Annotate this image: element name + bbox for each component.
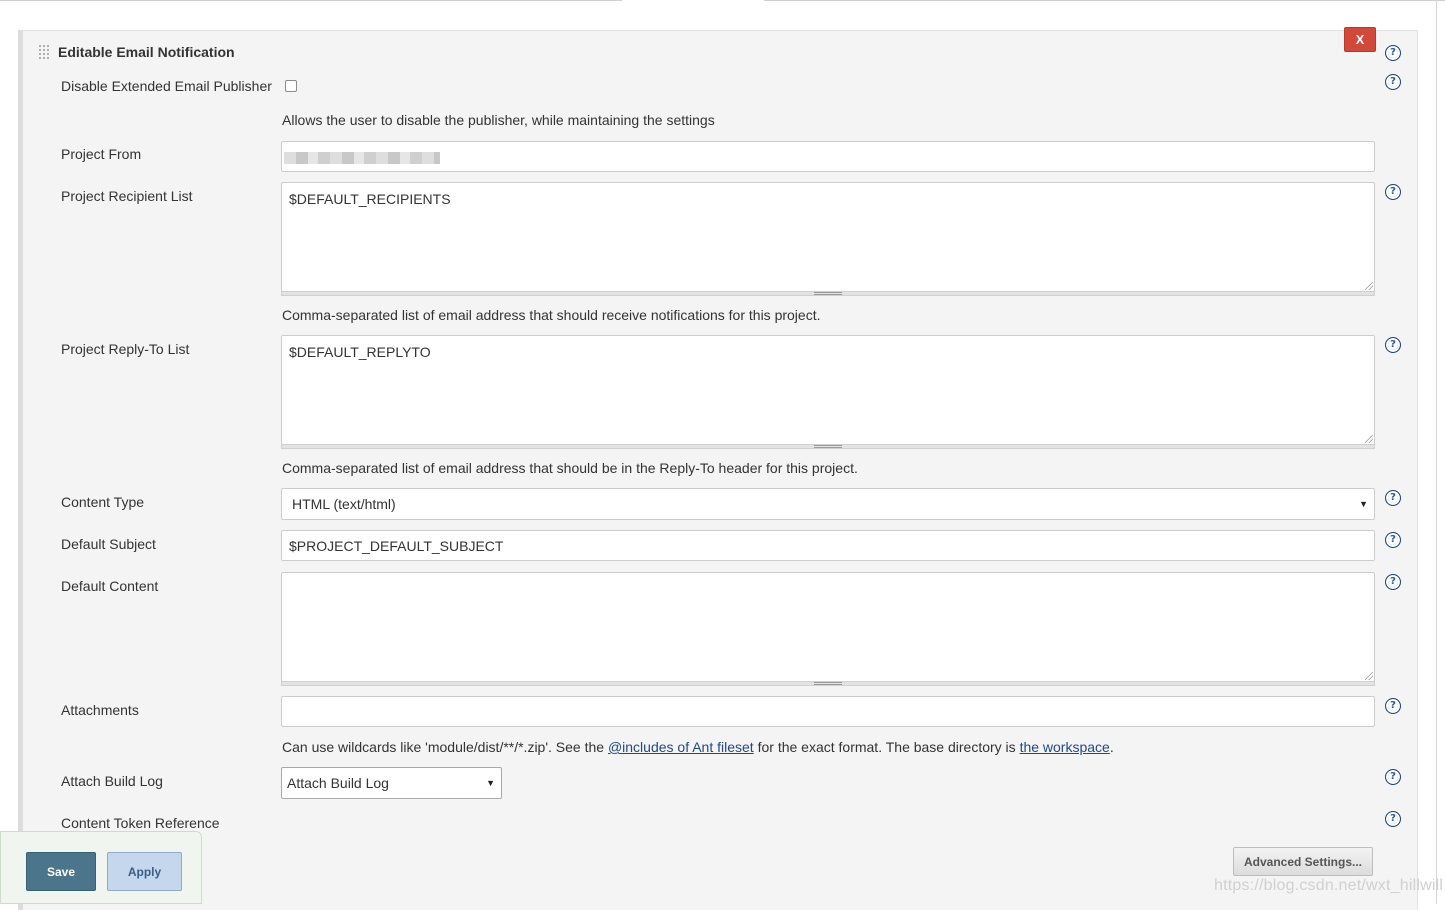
resize-handle-icon[interactable] [1365,435,1373,443]
help-icon[interactable]: ? [1385,337,1401,353]
textarea-resize-bar[interactable] [281,444,1375,449]
help-icon[interactable]: ? [1385,532,1401,548]
chevron-down-icon: ▼ [486,778,495,788]
help-icon[interactable]: ? [1385,184,1401,200]
default-subject-value: $PROJECT_DEFAULT_SUBJECT [289,537,504,554]
recipient-list-label: Project Recipient List [61,188,193,204]
chevron-down-icon: ▼ [1359,499,1368,509]
attachments-description-text: . [1109,739,1114,755]
recipient-list-textarea[interactable]: $DEFAULT_RECIPIENTS [281,182,1375,292]
attachments-input[interactable] [281,696,1375,727]
attach-build-log-select[interactable]: Attach Build Log ▼ [281,767,502,799]
disable-publisher-checkbox[interactable] [285,80,297,92]
content-type-select[interactable]: HTML (text/html) ▼ [281,488,1375,520]
project-from-input[interactable] [281,141,1375,172]
redacted-value [284,152,440,164]
help-icon[interactable]: ? [1385,769,1401,785]
help-icon[interactable]: ? [1385,490,1401,506]
disable-publisher-description: Allows the user to disable the publisher… [282,112,715,128]
resize-handle-icon[interactable] [1365,282,1373,290]
top-divider-right [764,0,1445,1]
attachments-description-text: for the exact format. The base directory… [753,739,1020,755]
content-token-reference-label: Content Token Reference [61,815,220,831]
page-edge [1436,0,1437,904]
content-type-selected: HTML (text/html) [292,496,396,512]
reply-to-list-textarea[interactable]: $DEFAULT_REPLYTO [281,335,1375,445]
content-type-label: Content Type [61,494,145,510]
top-divider-left [0,0,622,1]
save-button[interactable]: Save [26,852,96,891]
reply-to-list-value: $DEFAULT_REPLYTO [289,344,431,360]
attach-build-log-selected: Attach Build Log [287,775,389,791]
project-from-label: Project From [61,146,142,162]
help-icon[interactable]: ? [1385,45,1401,61]
default-subject-input[interactable]: $PROJECT_DEFAULT_SUBJECT [281,530,1375,561]
reply-to-list-description: Comma-separated list of email address th… [282,460,858,476]
attach-build-log-label: Attach Build Log [61,773,163,789]
recipient-list-value: $DEFAULT_RECIPIENTS [289,191,451,207]
workspace-link[interactable]: the workspace [1020,739,1110,755]
reply-to-list-label: Project Reply-To List [61,341,190,357]
delete-section-button[interactable]: X [1344,27,1376,52]
default-content-textarea[interactable] [281,572,1375,682]
textarea-resize-bar[interactable] [281,291,1375,296]
attachments-label: Attachments [61,702,139,718]
section-title: Editable Email Notification [58,44,235,60]
default-subject-label: Default Subject [61,536,156,552]
advanced-settings-button[interactable]: Advanced Settings... [1233,847,1373,876]
help-icon[interactable]: ? [1385,811,1401,827]
recipient-list-description: Comma-separated list of email address th… [282,307,821,323]
help-icon[interactable]: ? [1385,74,1401,90]
watermark: https://blog.csdn.net/wxt_hillwill [1214,877,1444,894]
default-content-label: Default Content [61,578,159,594]
resize-handle-icon[interactable] [1365,672,1373,680]
help-icon[interactable]: ? [1385,574,1401,590]
ant-fileset-link[interactable]: @includes of Ant fileset [608,739,754,755]
disable-publisher-label: Disable Extended Email Publisher [61,78,272,94]
apply-button[interactable]: Apply [107,852,182,891]
attachments-description-text: Can use wildcards like 'module/dist/**/*… [282,739,608,755]
drag-handle-icon[interactable] [38,44,50,60]
textarea-resize-bar[interactable] [281,681,1375,686]
attachments-description: Can use wildcards like 'module/dist/**/*… [282,739,1114,755]
help-icon[interactable]: ? [1385,698,1401,714]
